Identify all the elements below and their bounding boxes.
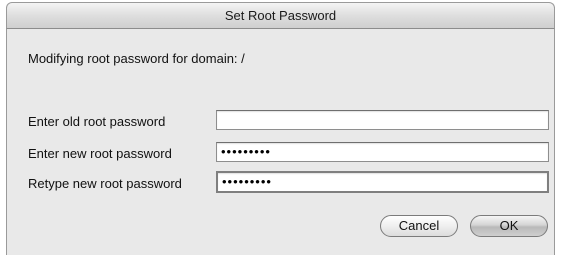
cancel-button[interactable]: Cancel [380, 215, 458, 237]
retype-password-label: Retype new root password [28, 176, 182, 191]
retype-password-field[interactable]: ••••••••• [216, 171, 549, 193]
old-password-label: Enter old root password [28, 114, 166, 129]
window-edge [555, 0, 566, 255]
domain-message: Modifying root password for domain: / [28, 51, 245, 66]
old-password-field[interactable] [216, 110, 549, 130]
new-password-label: Enter new root password [28, 146, 172, 161]
set-root-password-dialog: Set Root Password Modifying root passwor… [0, 0, 566, 255]
ok-button[interactable]: OK [470, 215, 548, 237]
dialog-title: Set Root Password [6, 2, 555, 29]
new-password-field[interactable]: ••••••••• [216, 142, 549, 162]
